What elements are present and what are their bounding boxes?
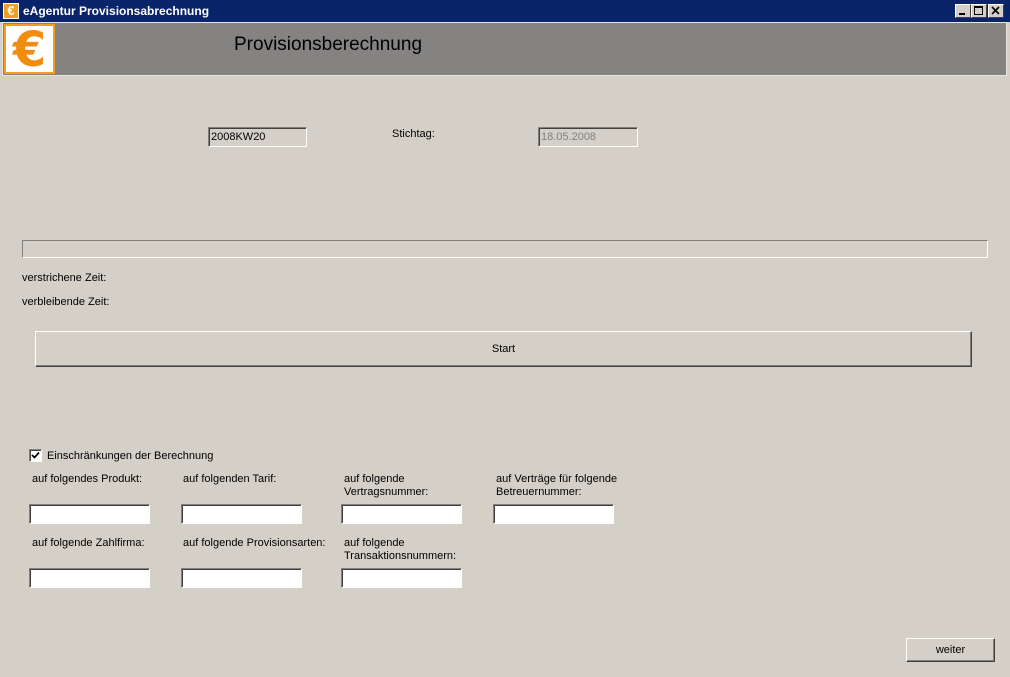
elapsed-time-label: verstrichene Zeit: xyxy=(22,272,107,284)
window-title: eAgentur Provisionsabrechnung xyxy=(23,4,210,18)
next-button[interactable]: weiter xyxy=(906,638,995,662)
produkt-input[interactable] xyxy=(29,504,150,524)
stichtag-label: Stichtag: xyxy=(392,128,435,140)
transaktionsnummern-label-line1: auf folgende xyxy=(344,537,405,549)
provisionsarten-input[interactable] xyxy=(181,568,302,588)
progress-bar xyxy=(22,240,988,258)
page-title: Provisionsberechnung xyxy=(234,34,423,55)
period-field[interactable] xyxy=(208,127,307,147)
transaktionsnummern-label: auf folgende Transaktionsnummern: xyxy=(344,537,456,563)
stichtag-field[interactable] xyxy=(538,127,638,147)
restrictions-label[interactable]: Einschränkungen der Berechnung xyxy=(47,450,213,463)
vertragsnummer-label-line2: Vertragsnummer: xyxy=(344,486,429,498)
remaining-time-label: verbleibende Zeit: xyxy=(22,296,110,308)
betreuernummer-input[interactable] xyxy=(493,504,614,524)
maximize-icon xyxy=(974,6,983,15)
vertragsnummer-input[interactable] xyxy=(341,504,462,524)
restrictions-checkbox[interactable] xyxy=(29,449,42,462)
betreuernummer-label-line1: auf Verträge für folgende xyxy=(496,473,618,485)
euro-logo-icon: € xyxy=(4,22,55,78)
close-icon xyxy=(991,6,1000,15)
minimize-button[interactable] xyxy=(955,4,971,18)
minimize-icon xyxy=(959,13,965,15)
zahlfirma-input[interactable] xyxy=(29,568,150,588)
vertragsnummer-label: auf folgende Vertragsnummer: xyxy=(344,473,428,499)
betreuernummer-label: auf Verträge für folgende Betreuernummer… xyxy=(496,473,617,499)
transaktionsnummern-label-line2: Transaktionsnummern: xyxy=(344,550,457,562)
checkmark-icon xyxy=(31,451,40,459)
zahlfirma-label: auf folgende Zahlfirma: xyxy=(32,537,145,549)
transaktionsnummern-input[interactable] xyxy=(341,568,462,588)
close-button[interactable] xyxy=(988,4,1004,18)
vertragsnummer-label-line1: auf folgende xyxy=(344,473,405,485)
produkt-label: auf folgendes Produkt: xyxy=(32,473,143,485)
tarif-input[interactable] xyxy=(181,504,302,524)
euro-icon[interactable]: € xyxy=(3,3,19,19)
betreuernummer-label-line2: Betreuernummer: xyxy=(496,486,582,498)
maximize-button[interactable] xyxy=(971,4,987,18)
header-band xyxy=(2,22,1007,76)
start-button[interactable]: Start xyxy=(35,331,972,367)
provisionsarten-label: auf folgende Provisionsarten: xyxy=(183,537,326,549)
tarif-label: auf folgenden Tarif: xyxy=(183,473,277,485)
